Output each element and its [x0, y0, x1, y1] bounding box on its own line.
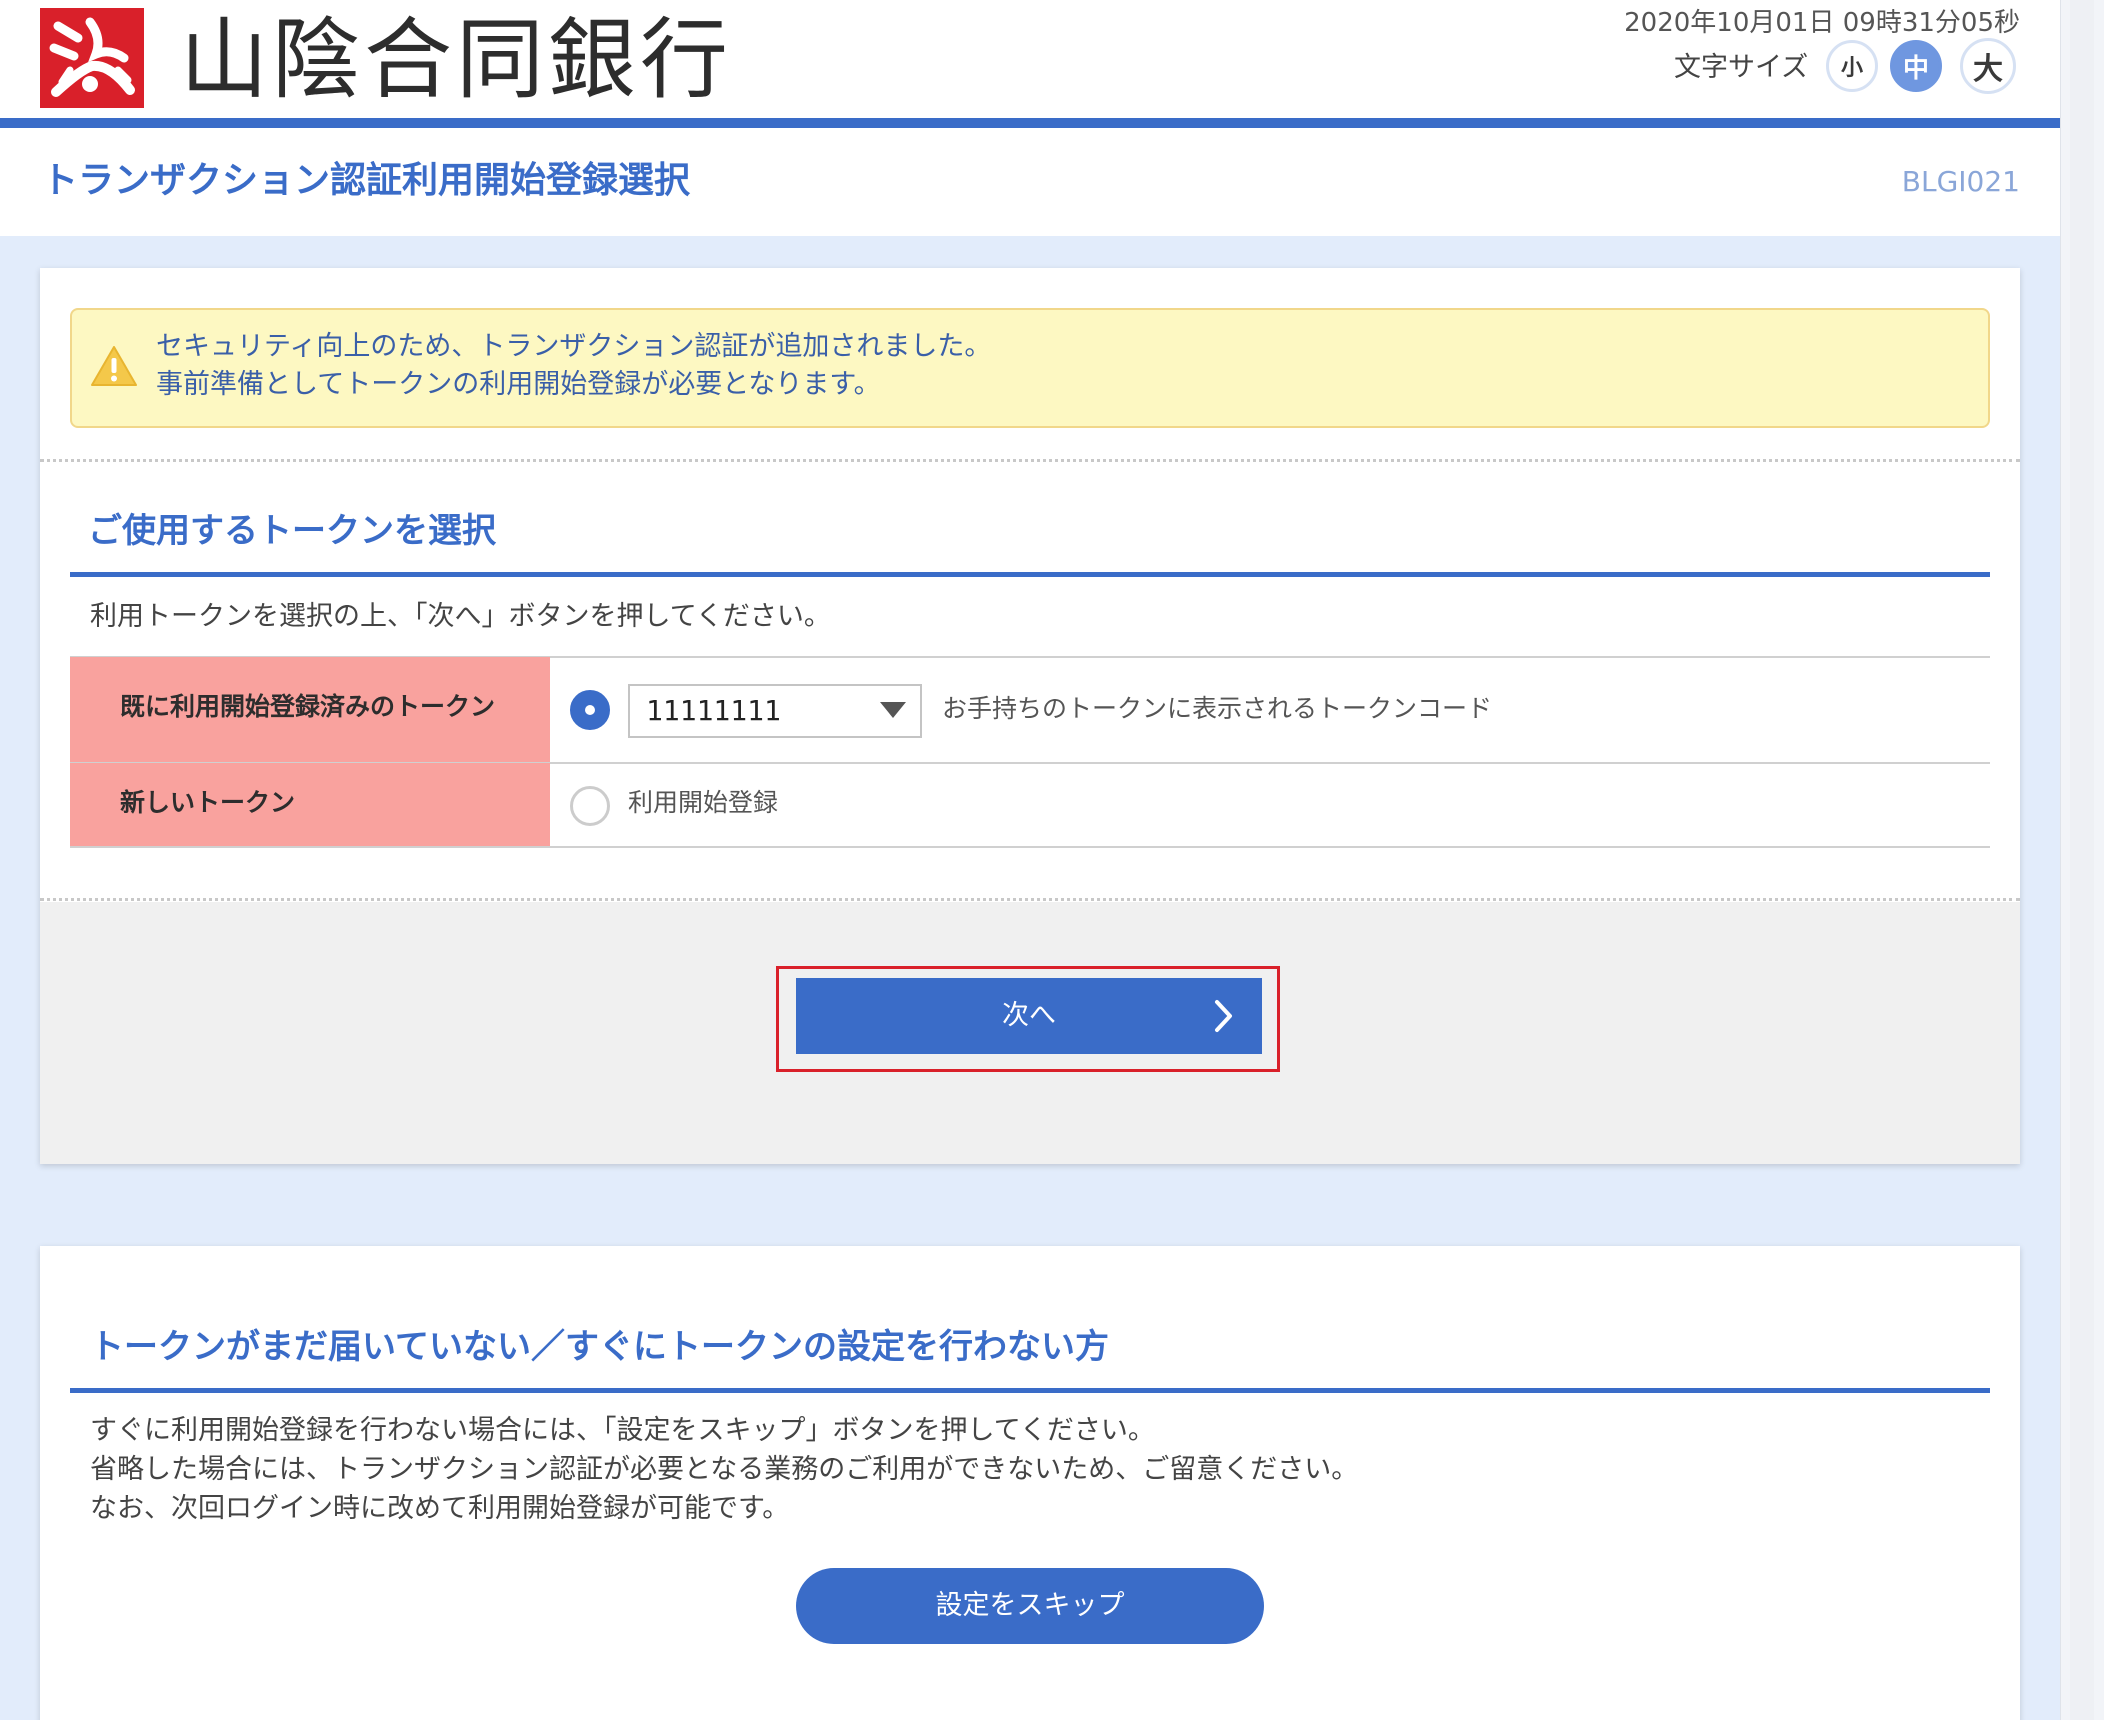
notice-text-line-1: セキュリティ向上のため、トランザクション認証が追加されました。	[156, 331, 992, 362]
token-section-title: ご使用するトークンを選択	[88, 511, 496, 551]
font-size-small-button[interactable]: 小	[1826, 40, 1878, 92]
bank-logo-icon	[40, 8, 144, 108]
page-title: トランザクション認証利用開始登録選択	[42, 160, 691, 201]
skip-setup-button-label: 設定をスキップ	[935, 1590, 1125, 1621]
token-code-hint: お手持ちのトークンに表示されるトークンコード	[942, 694, 1493, 723]
skip-note-line-1: すぐに利用開始登録を行わない場合には、「設定をスキップ」ボタンを押してください。	[90, 1415, 1155, 1446]
chevron-right-icon	[1215, 1000, 1232, 1032]
section-divider	[40, 898, 2020, 901]
font-size-medium-button[interactable]: 中	[1890, 40, 1942, 92]
existing-token-radio[interactable]	[570, 690, 610, 730]
new-token-radio[interactable]	[570, 786, 610, 826]
font-size-large-button[interactable]: 大	[1960, 38, 2016, 94]
table-border	[70, 846, 1990, 848]
skip-note-line-2: 省略した場合には、トランザクション認証が必要となる業務のご利用ができないため、ご…	[90, 1454, 1359, 1485]
token-instruction: 利用トークンを選択の上、「次へ」ボタンを押してください。	[90, 601, 831, 632]
chevron-down-icon[interactable]	[880, 702, 906, 718]
token-code-select-value[interactable]: 11111111	[646, 692, 781, 730]
warning-icon	[91, 346, 137, 386]
next-button[interactable]: 次へ	[796, 978, 1262, 1054]
section-title-rule	[70, 572, 1990, 577]
bank-name: 山陰合同銀行	[180, 8, 733, 111]
existing-token-label: 既に利用開始登録済みのトークン	[120, 692, 496, 721]
current-datetime: 2020年10月01日 09時31分05秒	[1624, 8, 2020, 38]
screen-id: BLGI021	[1901, 165, 2020, 198]
section-divider	[40, 459, 2020, 462]
header-divider	[0, 118, 2060, 128]
skip-section-title: トークンがまだ届いていない／すぐにトークンの設定を行わない方	[90, 1327, 1109, 1367]
new-token-option-label[interactable]: 利用開始登録	[628, 784, 778, 822]
notice-text-line-2: 事前準備としてトークンの利用開始登録が必要となります。	[156, 369, 881, 400]
section-title-rule	[70, 1388, 1990, 1393]
scrollbar-thumb[interactable]	[2070, 0, 2094, 1720]
new-token-label: 新しいトークン	[120, 788, 296, 817]
next-button-label: 次へ	[1002, 1000, 1056, 1031]
skip-note-line-3: なお、次回ログイン時に改めて利用開始登録が可能です。	[90, 1493, 790, 1524]
font-size-label: 文字サイズ	[1674, 52, 1809, 83]
page: 山陰合同銀行 2020年10月01日 09時31分05秒 文字サイズ 小 中 大…	[0, 0, 2104, 1720]
skip-setup-button[interactable]: 設定をスキップ	[796, 1568, 1264, 1644]
